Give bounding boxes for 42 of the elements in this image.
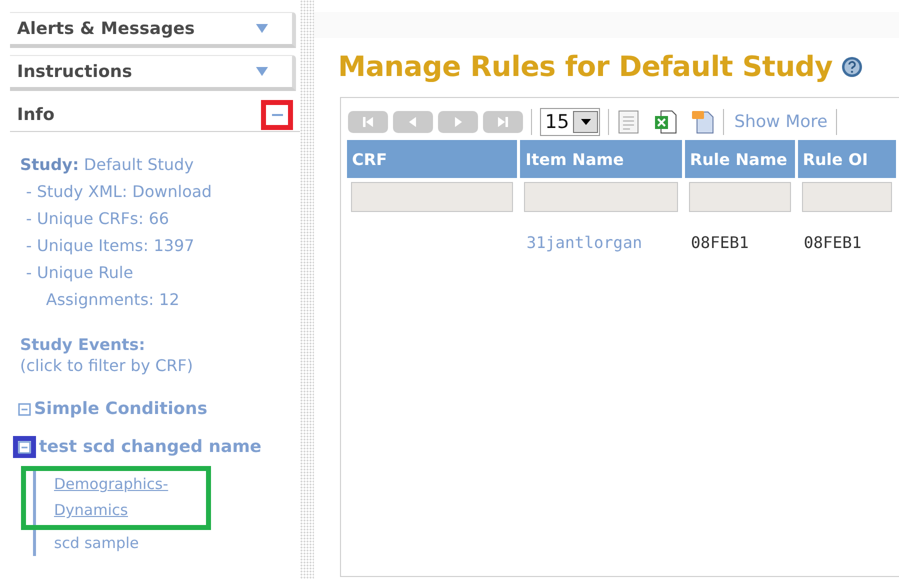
tree-node-label[interactable]: Simple Conditions	[34, 399, 208, 419]
table-cell: 08FEB1	[690, 232, 749, 252]
help-icon[interactable]	[840, 56, 863, 78]
page-size-select[interactable]: 15	[540, 108, 600, 136]
filter-field[interactable]	[351, 182, 514, 212]
filter-field[interactable]	[802, 182, 892, 212]
first-page-icon	[360, 115, 376, 129]
tree-node-label[interactable]: test scd changed name	[39, 437, 262, 457]
splitter-bar[interactable]	[300, 0, 314, 579]
panel-header[interactable]: Alerts & Messages	[10, 12, 296, 48]
column-header[interactable]: Rule OI	[798, 140, 896, 178]
filter-field[interactable]	[688, 182, 791, 212]
panel-title: Info	[17, 104, 55, 124]
last-page-icon	[495, 115, 511, 129]
page-title: Manage Rules for Default Study	[338, 50, 833, 83]
info-text: - Unique Items: 1397	[26, 235, 196, 257]
table-cell: 08FEB1	[804, 232, 862, 252]
panel-header[interactable]: Instructions	[10, 55, 296, 91]
section-heading: Study Events:	[20, 335, 146, 354]
item-link[interactable]: 31jantlorgan	[526, 232, 642, 252]
info-text: - Unique Rule Assignments: 12	[26, 262, 180, 311]
caret-icon	[580, 119, 591, 125]
spreadsheet-icon[interactable]	[654, 109, 678, 135]
document-icon[interactable]	[617, 109, 642, 135]
tree-toggle-icon[interactable]	[18, 402, 31, 416]
column-header[interactable]: Item Name	[520, 140, 682, 178]
info-text: - Unique CRFs: 66	[26, 208, 170, 230]
panel-title: Instructions	[17, 62, 132, 82]
filter-field[interactable]	[524, 182, 678, 212]
show-more-link[interactable]: Show More	[734, 112, 828, 132]
info-text: - Study XML: Download	[26, 181, 213, 203]
panel-title: Alerts & Messages	[17, 18, 195, 38]
column-header[interactable]: Rule Name	[684, 140, 795, 178]
hint-text: (click to filter by CRF)	[20, 355, 194, 377]
tree-toggle-icon[interactable]	[18, 440, 31, 454]
tree-leaf-link[interactable]: Demographics-Dynamics	[54, 471, 204, 523]
collapse-arrow-icon[interactable]	[256, 24, 268, 33]
collapse-arrow-icon[interactable]	[256, 67, 268, 76]
tree-leaf-link[interactable]: scd sample	[54, 530, 204, 556]
info-text: Study: Default Study	[20, 155, 194, 174]
panel-header[interactable]: Info	[10, 98, 300, 132]
column-header[interactable]: CRF	[347, 140, 518, 178]
